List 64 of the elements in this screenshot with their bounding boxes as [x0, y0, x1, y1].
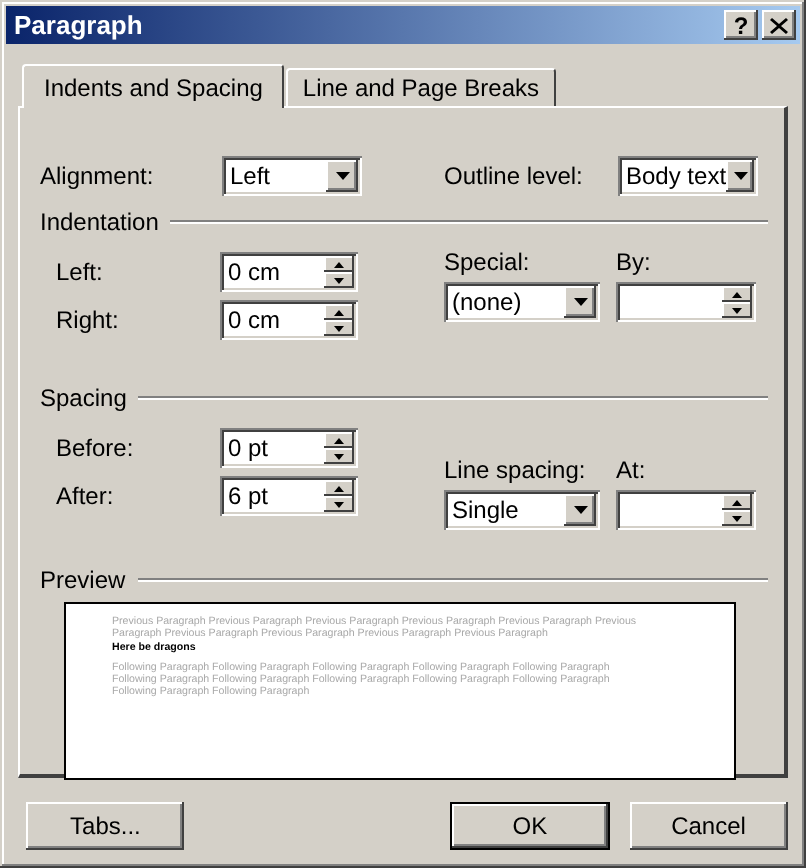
dropdown-button[interactable] [726, 160, 754, 192]
dropdown[interactable]: Body text [618, 156, 758, 196]
down-arrow-icon [732, 307, 742, 313]
spin-up-button[interactable] [324, 432, 354, 448]
down-arrow-icon [334, 277, 344, 283]
up-arrow-icon [334, 309, 344, 315]
field-label: Special: [444, 248, 532, 276]
field-label: Right: [56, 306, 121, 334]
spin-down-button[interactable] [324, 496, 354, 512]
dropdown-button[interactable] [326, 160, 358, 192]
dropdown[interactable]: Single [444, 490, 600, 530]
field-label: Before: [56, 434, 136, 462]
field-label: Alignment: [40, 162, 156, 190]
field-label: Line spacing: [444, 456, 588, 484]
dialog-button[interactable]: Cancel [629, 802, 788, 850]
spin-field[interactable]: 6 pt [220, 476, 358, 516]
spin-up-button[interactable] [722, 494, 752, 510]
spin-up-button[interactable] [324, 256, 354, 272]
window-title: Paragraph [14, 10, 145, 40]
down-arrow-icon [573, 506, 587, 514]
up-arrow-icon [334, 261, 344, 267]
down-arrow-icon [334, 501, 344, 507]
up-arrow-icon [732, 499, 742, 505]
field-label: By: [616, 248, 653, 276]
help-button[interactable]: ? [724, 10, 758, 40]
spin-down-button[interactable] [324, 448, 354, 464]
spin-field[interactable]: 0 cm [220, 252, 358, 292]
tab[interactable]: Line and Page Breaks [286, 68, 556, 106]
up-arrow-icon [334, 485, 344, 491]
field-label: Outline level: [444, 162, 585, 190]
spin-down-button[interactable] [722, 302, 752, 318]
dialog-button[interactable]: Tabs... [26, 802, 185, 850]
spin-field[interactable]: 0 cm [220, 300, 358, 340]
spin-up-button[interactable] [324, 304, 354, 320]
dialog-button[interactable]: OK [450, 802, 610, 850]
close-icon [770, 17, 788, 33]
spin-field[interactable]: 0 pt [220, 428, 358, 468]
down-arrow-icon [334, 325, 344, 331]
section-heading: Indentation [40, 208, 159, 236]
dropdown-button[interactable] [564, 286, 596, 318]
down-arrow-icon [733, 172, 748, 180]
field-label: At: [616, 456, 648, 484]
dropdown[interactable]: Left [222, 156, 362, 196]
tab[interactable]: Indents and Spacing [22, 64, 285, 108]
section-heading: Spacing [40, 384, 127, 412]
field-label: Left: [56, 258, 105, 286]
spin-down-button[interactable] [324, 320, 354, 336]
spin-field[interactable] [616, 282, 756, 322]
up-arrow-icon [334, 437, 344, 443]
spin-down-button[interactable] [324, 272, 354, 288]
down-arrow-icon [732, 515, 742, 521]
down-arrow-icon [573, 298, 587, 306]
down-arrow-icon [334, 453, 344, 459]
spin-down-button[interactable] [722, 510, 752, 526]
dropdown[interactable]: (none) [444, 282, 600, 322]
down-arrow-icon [335, 172, 349, 180]
close-button[interactable] [762, 10, 796, 40]
dropdown-button[interactable] [564, 494, 596, 526]
spin-up-button[interactable] [722, 286, 752, 302]
spin-up-button[interactable] [324, 480, 354, 496]
field-label: After: [56, 482, 116, 510]
section-heading: Preview [40, 566, 126, 594]
up-arrow-icon [732, 291, 742, 297]
spin-field[interactable] [616, 490, 756, 530]
